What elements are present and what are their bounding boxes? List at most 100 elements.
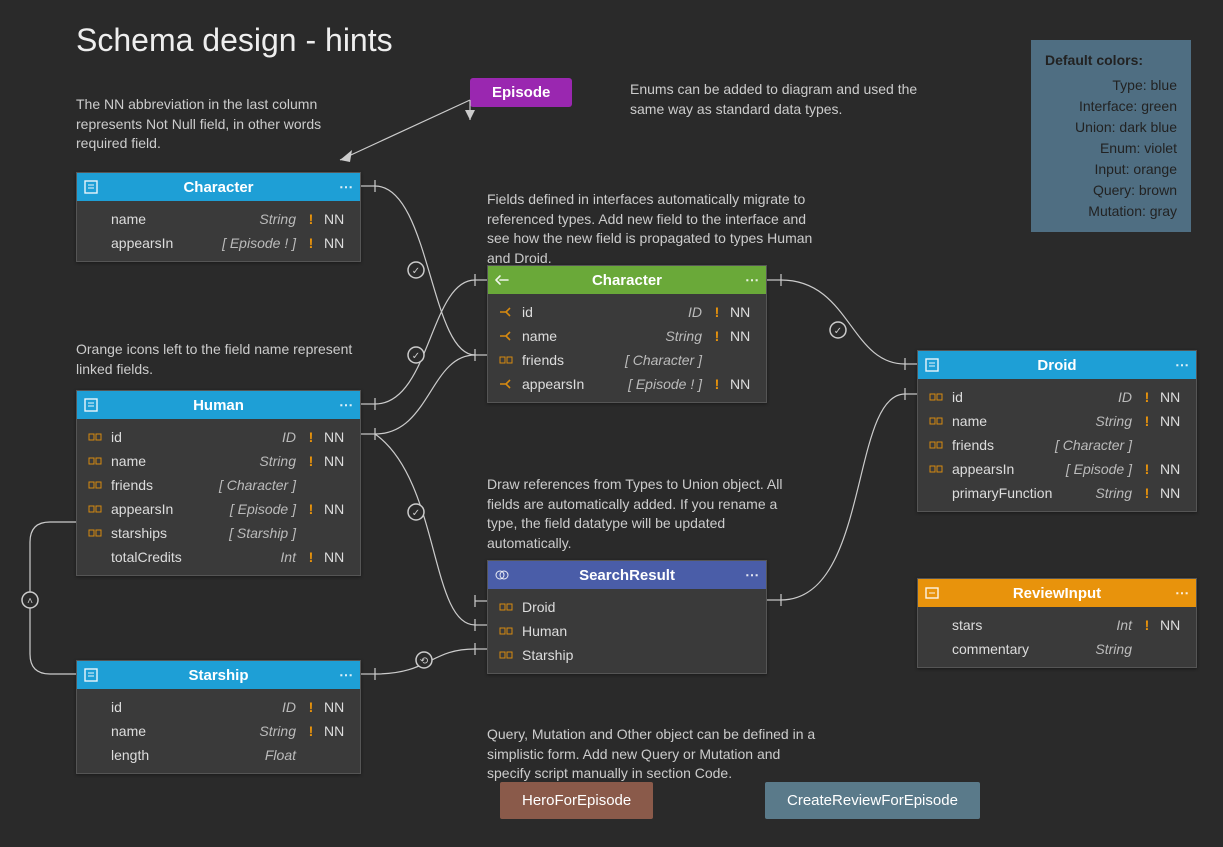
link-icon xyxy=(498,376,514,392)
legend-row: Query: brown xyxy=(1045,180,1177,201)
entity-menu-icon[interactable]: ⋯ xyxy=(339,667,354,684)
field-row: friends[ Character ] xyxy=(488,348,766,372)
hint-union: Draw references from Types to Union obje… xyxy=(487,475,797,553)
svg-text:✓: ✓ xyxy=(412,266,420,277)
type-icon xyxy=(83,397,99,413)
field-row: appearsIn[ Episode ]!NN xyxy=(77,497,360,521)
legend-row: Enum: violet xyxy=(1045,138,1177,159)
field-row: totalCreditsInt!NN xyxy=(77,545,360,569)
union-icon xyxy=(494,567,510,583)
field-row: Droid xyxy=(488,595,766,619)
entity-header[interactable]: SearchResult ⋯ xyxy=(488,561,766,589)
entity-header[interactable]: Starship ⋯ xyxy=(77,661,360,689)
svg-text:⟲: ⟲ xyxy=(420,656,429,667)
hero-for-episode-button[interactable]: HeroForEpisode xyxy=(500,782,653,819)
field-row: idID!NN xyxy=(77,695,360,719)
page-title: Schema design - hints xyxy=(76,22,393,59)
hint-linked: Orange icons left to the field name repr… xyxy=(76,340,366,379)
field-row: nameString!NN xyxy=(488,324,766,348)
field-row: nameString!NN xyxy=(77,719,360,743)
link-icon xyxy=(928,389,944,405)
entity-droid[interactable]: Droid ⋯ idID!NN nameString!NN friends[ C… xyxy=(917,350,1197,512)
legend-row: Mutation: gray xyxy=(1045,201,1177,222)
svg-text:˄: ˄ xyxy=(27,596,33,607)
entity-title: Droid xyxy=(1037,357,1076,374)
hint-nn: The NN abbreviation in the last column r… xyxy=(76,95,376,154)
field-row: friends[ Character ] xyxy=(77,473,360,497)
link-icon xyxy=(87,477,103,493)
field-row: Starship xyxy=(488,643,766,667)
entity-title: Character xyxy=(592,272,662,289)
link-icon xyxy=(498,328,514,344)
field-row: nameString!NN xyxy=(77,207,360,231)
hint-enum: Enums can be added to diagram and used t… xyxy=(630,80,930,119)
entity-title: SearchResult xyxy=(579,567,675,584)
entity-menu-icon[interactable]: ⋯ xyxy=(1175,585,1190,602)
entity-header[interactable]: Human ⋯ xyxy=(77,391,360,419)
link-icon xyxy=(928,413,944,429)
svg-text:✓: ✓ xyxy=(834,326,842,337)
field-row: appearsIn[ Episode ! ]!NN xyxy=(77,231,360,255)
field-row: idID!NN xyxy=(77,425,360,449)
hint-query: Query, Mutation and Other object can be … xyxy=(487,725,817,784)
entity-starship[interactable]: Starship ⋯ idID!NN nameString!NN lengthF… xyxy=(76,660,361,774)
entity-menu-icon[interactable]: ⋯ xyxy=(339,179,354,196)
field-row: nameString!NN xyxy=(77,449,360,473)
entity-title: ReviewInput xyxy=(1013,585,1101,602)
type-icon xyxy=(924,357,940,373)
entity-character-interface[interactable]: Character ⋯ idID!NN nameString!NN friend… xyxy=(487,265,767,403)
field-row: idID!NN xyxy=(488,300,766,324)
type-icon xyxy=(83,179,99,195)
entity-character-type[interactable]: Character ⋯ nameString!NN appearsIn[ Epi… xyxy=(76,172,361,262)
field-row: starsInt!NN xyxy=(918,613,1196,637)
entity-human[interactable]: Human ⋯ idID!NN nameString!NN friends[ C… xyxy=(76,390,361,576)
legend-row: Interface: green xyxy=(1045,96,1177,117)
entity-header[interactable]: Character ⋯ xyxy=(77,173,360,201)
field-row: starships[ Starship ] xyxy=(77,521,360,545)
link-icon xyxy=(928,437,944,453)
entity-title: Character xyxy=(183,179,253,196)
hint-interface: Fields defined in interfaces automatical… xyxy=(487,190,817,268)
field-row: appearsIn[ Episode ]!NN xyxy=(918,457,1196,481)
link-icon xyxy=(498,352,514,368)
entity-title: Human xyxy=(193,397,244,414)
entity-menu-icon[interactable]: ⋯ xyxy=(1175,357,1190,374)
field-row: friends[ Character ] xyxy=(918,433,1196,457)
link-icon xyxy=(498,304,514,320)
legend-title: Default colors: xyxy=(1045,50,1177,71)
interface-icon xyxy=(494,272,510,288)
entity-menu-icon[interactable]: ⋯ xyxy=(745,272,760,289)
link-icon xyxy=(87,429,103,445)
svg-text:✓: ✓ xyxy=(412,351,420,362)
enum-episode[interactable]: Episode xyxy=(470,78,572,107)
entity-reviewinput[interactable]: ReviewInput ⋯ starsInt!NN commentaryStri… xyxy=(917,578,1197,668)
legend-row: Input: orange xyxy=(1045,159,1177,180)
svg-text:✓: ✓ xyxy=(412,508,420,519)
create-review-button[interactable]: CreateReviewForEpisode xyxy=(765,782,980,819)
field-row: primaryFunctionString!NN xyxy=(918,481,1196,505)
entity-menu-icon[interactable]: ⋯ xyxy=(745,567,760,584)
entity-header[interactable]: Droid ⋯ xyxy=(918,351,1196,379)
link-icon xyxy=(928,461,944,477)
field-row: Human xyxy=(488,619,766,643)
legend-row: Union: dark blue xyxy=(1045,117,1177,138)
entity-header[interactable]: ReviewInput ⋯ xyxy=(918,579,1196,607)
legend-panel: Default colors: Type: blue Interface: gr… xyxy=(1031,40,1191,232)
field-row: idID!NN xyxy=(918,385,1196,409)
link-icon xyxy=(498,599,514,615)
field-row: lengthFloat xyxy=(77,743,360,767)
link-icon xyxy=(498,623,514,639)
entity-header[interactable]: Character ⋯ xyxy=(488,266,766,294)
type-icon xyxy=(83,667,99,683)
link-icon xyxy=(87,501,103,517)
input-icon xyxy=(924,585,940,601)
field-row: commentaryString xyxy=(918,637,1196,661)
entity-menu-icon[interactable]: ⋯ xyxy=(339,397,354,414)
link-icon xyxy=(87,453,103,469)
link-icon xyxy=(87,525,103,541)
field-row: nameString!NN xyxy=(918,409,1196,433)
link-icon xyxy=(498,647,514,663)
entity-searchresult[interactable]: SearchResult ⋯ Droid Human Starship xyxy=(487,560,767,674)
entity-title: Starship xyxy=(188,667,248,684)
field-row: appearsIn[ Episode ! ]!NN xyxy=(488,372,766,396)
